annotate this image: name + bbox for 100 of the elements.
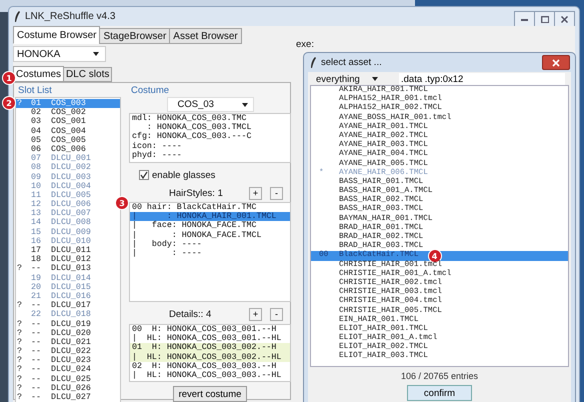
section-label: Details:: 4 (169, 308, 212, 320)
detail-line[interactable]: | HL: HONOKA_COS_003_001.--HL (130, 334, 290, 344)
slot-row[interactable]: ? -- DLCU_013 (16, 264, 120, 274)
slot-row[interactable]: 20 DLCU_015 (16, 282, 120, 292)
slot-row[interactable]: 14 DLCU_008 (16, 218, 120, 228)
dialog-title: select asset ... (321, 57, 382, 68)
slot-name: DLCU_001 (51, 154, 91, 164)
slot-row[interactable]: ? -- DLCU_026 (16, 384, 120, 393)
slot-number: 22 (30, 310, 42, 320)
slot-number: 15 (30, 228, 42, 237)
slot-row[interactable]: 15 DLCU_009 (16, 228, 120, 237)
checkbox-label: enable glasses (152, 170, 216, 180)
slot-row[interactable]: 06 COS_006 (16, 144, 120, 154)
slot-number: -- (30, 356, 42, 366)
detail-line[interactable]: 00 H: HONOKA_COS_003_001.--H (130, 325, 290, 334)
slot-mark: ? (16, 365, 23, 375)
slot-number: 04 (30, 126, 42, 136)
slot-row[interactable]: ? -- DLCU_017 (16, 301, 120, 310)
info-line: icon: ---- (131, 142, 183, 151)
slot-name: DLCU_017 (51, 301, 91, 310)
slot-row[interactable]: 10 DLCU_004 (16, 182, 120, 191)
slot-row[interactable]: 22 DLCU_018 (16, 310, 120, 320)
section-title: Costume (130, 85, 170, 97)
slot-row[interactable]: ? -- DLCU_024 (16, 365, 120, 375)
slot-row[interactable]: 05 COS_005 (16, 136, 120, 145)
close-icon (552, 58, 560, 66)
slot-name: DLCU_015 (51, 282, 91, 292)
character-dropdown[interactable]: HONOKA (13, 46, 106, 62)
step-button[interactable]: - (270, 186, 283, 200)
slot-name: COS_006 (51, 144, 86, 154)
confirm-button[interactable]: confirm (406, 385, 472, 401)
hair-line[interactable]: | : HONOKA_FACE.TMCL (130, 230, 290, 240)
slot-row[interactable]: 07 DLCU_001 (16, 154, 120, 164)
slot-name: DLCU_024 (51, 365, 91, 375)
tab[interactable]: DLC slots (63, 67, 112, 82)
slot-name: DLCU_025 (51, 374, 91, 384)
slot-row[interactable]: 19 DLCU_014 (16, 274, 120, 283)
slot-name: DLCU_019 (51, 320, 91, 329)
slot-row[interactable]: 21 DLCU_016 (16, 292, 120, 302)
slot-row[interactable]: ? -- DLCU_022 (16, 347, 120, 356)
slot-number: 16 (30, 236, 42, 246)
slot-row[interactable]: 03 COS_001 (16, 117, 120, 127)
costume-dropdown[interactable]: COS_03 (166, 97, 254, 112)
slot-row[interactable]: 16 DLCU_010 (16, 236, 120, 246)
slot-mark: ? (16, 301, 23, 310)
checkbox[interactable] (139, 170, 149, 180)
tab[interactable]: Costumes (13, 66, 64, 82)
slot-number: 05 (30, 136, 42, 145)
hair-line[interactable]: | body: ---- (130, 240, 290, 249)
slot-name: DLCU_027 (51, 393, 91, 402)
section-label: HairStyles: 1 (169, 188, 224, 198)
slot-row[interactable]: 18 DLCU_012 (16, 255, 120, 264)
slot-name: DLCU_002 (51, 163, 91, 172)
search-field[interactable]: .data .typ:0x12 (399, 73, 565, 85)
slot-number: 06 (30, 144, 42, 154)
slot-row[interactable]: ? -- DLCU_025 (16, 374, 120, 384)
slot-name: DLCU_013 (51, 264, 91, 274)
slot-row[interactable]: 17 DLCU_011 (16, 246, 120, 256)
slot-mark: ? (16, 347, 23, 356)
step-button[interactable]: - (270, 308, 283, 320)
close-button[interactable] (542, 55, 570, 70)
detail-line[interactable]: | HL: HONOKA_COS_003_003.--HL (130, 370, 290, 380)
step-button[interactable]: + (249, 308, 262, 320)
feather-icon (14, 10, 21, 23)
tab[interactable]: Asset Browser (169, 28, 242, 44)
hair-line[interactable]: | face: HONOKA_FACE.TMC (130, 221, 290, 231)
slot-row[interactable]: 08 DLCU_002 (16, 163, 120, 172)
hair-line[interactable]: 00 hair: BlackCatHair.TMC (130, 203, 290, 212)
hair-line[interactable]: | : ---- (130, 248, 290, 258)
caret-icon (242, 102, 248, 106)
slot-name: COS_004 (51, 126, 86, 136)
slot-row[interactable]: 04 COS_004 (16, 126, 120, 136)
filter-dropdown[interactable]: everything (316, 73, 381, 85)
slot-row[interactable]: ? -- DLCU_027 (16, 393, 120, 402)
slot-number: 02 (30, 108, 42, 118)
info-line: mdl: HONOKA_COS_003.TMC (131, 114, 248, 124)
slot-name: DLCU_014 (51, 274, 91, 283)
slot-number: 09 (30, 172, 42, 182)
step-button[interactable]: + (249, 186, 262, 200)
slot-name: COS_001 (51, 117, 86, 127)
detail-line[interactable]: 02 H: HONOKA_COS_003_003.--H (130, 362, 290, 371)
slot-row[interactable]: ? -- DLCU_019 (16, 320, 120, 329)
slot-row[interactable]: 13 DLCU_007 (16, 209, 120, 218)
slot-mark: ? (16, 328, 23, 338)
slot-row[interactable]: 09 DLCU_003 (16, 172, 120, 182)
slot-row[interactable]: ? -- DLCU_021 (16, 338, 120, 348)
tab[interactable]: StageBrowser (99, 28, 170, 44)
slot-number: -- (30, 347, 42, 356)
slot-row[interactable]: ? -- DLCU_023 (16, 356, 120, 366)
slot-mark: ? (16, 356, 23, 366)
slot-name: DLCU_026 (51, 384, 91, 393)
revert-button[interactable]: revert costume (172, 386, 248, 402)
tab[interactable]: Costume Browser (13, 26, 100, 44)
slot-number: 03 (30, 117, 42, 127)
slot-name: DLCU_006 (51, 200, 91, 210)
slot-name: DLCU_023 (51, 356, 91, 366)
slot-name: DLCU_012 (51, 255, 91, 264)
slot-row[interactable]: ? -- DLCU_020 (16, 328, 120, 338)
slot-row[interactable]: 02 COS_002 (16, 108, 120, 118)
info-line: phyd: ---- (131, 150, 183, 160)
